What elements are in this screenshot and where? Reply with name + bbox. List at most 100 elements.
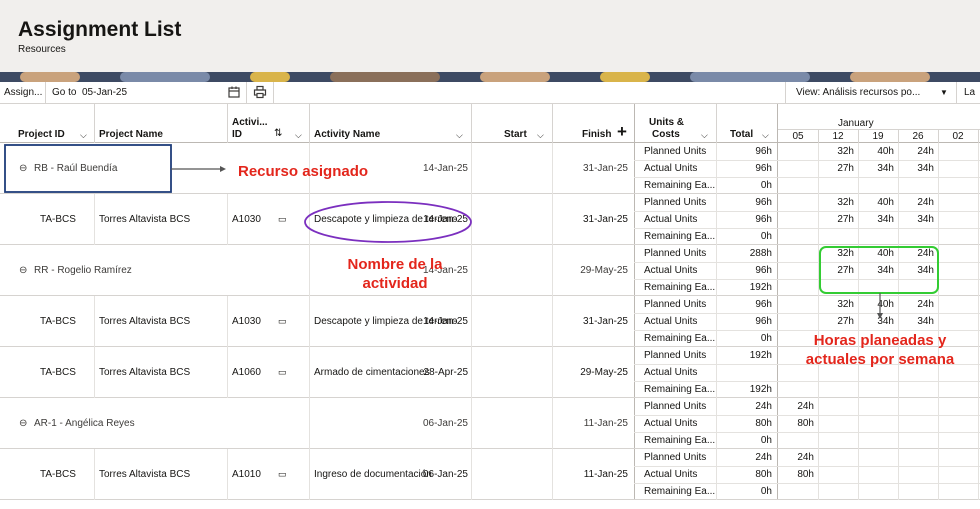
unit-label: Remaining Ea... [644,180,716,191]
unit-total: 96h [755,197,772,208]
finish-date: 29-May-25 [580,265,628,276]
add-column-icon[interactable]: + [617,122,627,142]
col-project-name[interactable]: Project Name [99,129,163,140]
weekly-hours: 24h [797,452,814,463]
col-activity-name[interactable]: Activity Name [314,129,380,140]
annotation-resource: Recurso asignado [238,163,369,180]
weekly-hours: 27h [837,265,854,276]
unit-label: Remaining Ea... [644,486,716,497]
weekly-hours: 80h [797,469,814,480]
layout-menu[interactable]: La [964,87,975,98]
sort-icon[interactable]: ⇅ [274,128,282,139]
unit-label: Remaining Ea... [644,231,716,242]
weekly-hours: 27h [837,214,854,225]
finish-date: 11-Jan-25 [583,418,628,429]
start-date: 14-Jan-25 [422,316,468,327]
toolbar: Assign... Go to 05-Jan-25 View: Análisis… [0,82,980,104]
unit-total: 96h [755,316,772,327]
unit-total: 96h [755,163,772,174]
notes-icon[interactable]: ▭ [278,316,287,327]
print-icon[interactable] [253,85,267,99]
decorative-banner [0,72,980,82]
project-id: TA-BCS [40,316,76,327]
page-header: Assignment List Resources [0,0,980,72]
page-title: Assignment List [18,18,182,41]
unit-total: 24h [755,452,772,463]
collapse-icon[interactable]: ⊖ [19,418,27,429]
start-date: 28-Apr-25 [423,367,468,378]
activity-id: A1060 [232,367,261,378]
weekly-hours: 24h [917,299,934,310]
annotation-activity-line2: actividad [362,275,428,292]
collapse-icon[interactable]: ⊖ [19,265,27,276]
chevron-down-icon[interactable]: ⌵ [80,130,87,141]
project-id: TA-BCS [40,469,76,480]
unit-label: Planned Units [644,197,707,208]
start-date: 14-Jan-25 [422,214,468,225]
col-total[interactable]: Total [730,129,753,140]
page-subtitle: Resources [18,44,66,55]
unit-label: Planned Units [644,350,707,361]
finish-date: 11-Jan-25 [583,469,628,480]
resource-name: RB - Raúl Buendía [34,163,118,174]
col-units-costs-line2[interactable]: Costs [652,129,680,140]
notes-icon[interactable]: ▭ [278,367,287,378]
collapse-icon[interactable]: ⊖ [19,163,27,174]
col-start[interactable]: Start [504,129,527,140]
unit-total: 0h [760,435,772,446]
start-date: 06-Jan-25 [422,418,468,429]
unit-label: Planned Units [644,299,707,310]
assign-menu[interactable]: Assign... [4,87,42,98]
weekly-hours: 34h [877,265,894,276]
project-name: Torres Altavista BCS [99,316,191,327]
weekly-hours: 24h [797,401,814,412]
chevron-down-icon[interactable]: ⌵ [762,130,769,141]
unit-label: Planned Units [644,146,707,157]
activity-row[interactable]: TA-BCS Torres Altavista BCS A1010 ▭ Ingreso … [0,449,980,500]
view-select[interactable]: View: Análisis recursos po... [796,87,920,98]
unit-label: Actual Units [644,163,698,174]
unit-total: 24h [755,401,772,412]
goto-label: Go to [52,87,77,98]
unit-label: Actual Units [644,214,698,225]
col-project-id[interactable]: Project ID [18,129,65,140]
weekly-hours: 32h [837,197,854,208]
project-id: TA-BCS [40,214,76,225]
unit-total: 0h [760,486,772,497]
col-finish[interactable]: Finish [582,129,611,140]
resource-row[interactable]: ⊖ AR-1 - Angélica Reyes 06-Jan-25 11-Jan-25 [0,398,980,449]
annotation-activity-line1: Nombre de la [347,256,443,273]
unit-label: Planned Units [644,452,707,463]
finish-date: 29-May-25 [580,367,628,378]
unit-total: 80h [755,469,772,480]
col-units-costs-line1[interactable]: Units & [649,117,684,128]
chevron-down-icon[interactable]: ⌵ [456,130,463,141]
unit-label: Planned Units [644,401,707,412]
unit-total: 192h [749,384,772,395]
unit-label: Remaining Ea... [644,333,716,344]
col-activity-id-line1[interactable]: Activi... [232,117,268,128]
unit-total: 0h [760,231,772,242]
start-date: 06-Jan-25 [422,469,468,480]
calendar-icon[interactable] [227,85,241,99]
goto-date-input[interactable]: 05-Jan-25 [82,87,127,98]
unit-total: 96h [755,146,772,157]
chevron-down-icon[interactable]: ⌵ [295,130,302,141]
weekly-hours: 40h [877,197,894,208]
weekly-hours: 24h [917,197,934,208]
annotation-hours-line1: Horas planeadas y [813,332,947,349]
chevron-down-icon[interactable]: ⌵ [537,130,544,141]
weekly-hours: 34h [917,214,934,225]
unit-total: 288h [749,248,772,259]
finish-date: 31-Jan-25 [582,316,628,327]
col-activity-id-line2[interactable]: ID [232,129,242,140]
chevron-down-icon[interactable]: ⌵ [701,130,708,141]
notes-icon[interactable]: ▭ [278,214,287,225]
unit-label: Actual Units [644,265,698,276]
unit-total: 0h [760,333,772,344]
weekly-hours: 24h [917,146,934,157]
view-select-chevron-icon[interactable]: ▼ [940,88,948,97]
project-name: Torres Altavista BCS [99,469,191,480]
unit-total: 96h [755,299,772,310]
notes-icon[interactable]: ▭ [278,469,287,480]
